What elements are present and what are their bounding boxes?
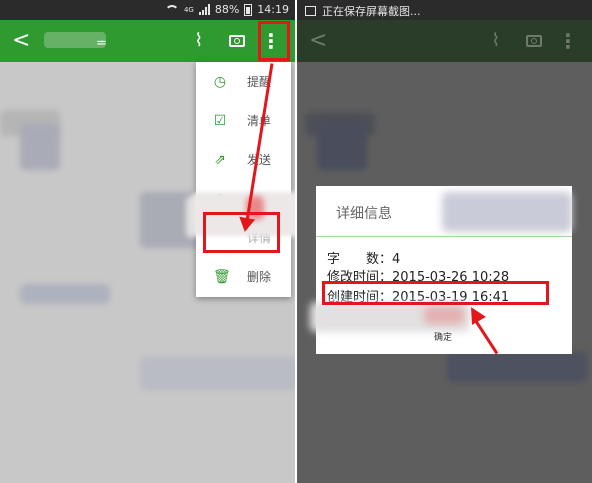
dialog-divider bbox=[316, 236, 572, 237]
menu-item-label: 清单 bbox=[247, 114, 272, 128]
blur-overlay bbox=[442, 192, 572, 232]
blurred-text bbox=[20, 284, 110, 304]
paperclip-icon: ⌇ bbox=[491, 30, 500, 51]
note-title-partial: = bbox=[96, 36, 107, 51]
menu-item-checklist[interactable]: ☑ 清单 bbox=[196, 101, 291, 140]
trash-icon: 🗑 bbox=[213, 268, 231, 285]
camera-icon bbox=[526, 30, 542, 47]
status-bar: 4G 88% 14:19 bbox=[0, 0, 295, 20]
camera-icon[interactable] bbox=[229, 30, 245, 47]
back-arrow-icon[interactable]: < bbox=[12, 30, 30, 52]
row-value: 4 bbox=[392, 252, 401, 267]
network-label: 4G bbox=[183, 5, 194, 14]
menu-item-send[interactable]: ⇗ 发送 bbox=[196, 140, 291, 179]
menu-item-label: 删除 bbox=[247, 270, 272, 284]
app-toolbar-dimmed: < ⌇ ⋮ bbox=[297, 20, 592, 62]
blurred-text bbox=[140, 357, 295, 391]
left-screenshot: 4G 88% 14:19 < = ⌇ ⋮ ◷ 提醒 ☑ 清单 ⇗ 发送 详情 🗑… bbox=[0, 0, 295, 483]
overflow-menu: ◷ 提醒 ☑ 清单 ⇗ 发送 ○ 详情 🗑 删除 bbox=[196, 62, 291, 297]
row-label: 字 数： bbox=[327, 252, 393, 267]
right-screenshot: 正在保存屏幕截图... < ⌇ ⋮ 详细信息 字 数：4 修改时间：2015-0… bbox=[297, 0, 592, 483]
back-arrow-icon: < bbox=[309, 28, 328, 53]
menu-item-delete[interactable]: 🗑 删除 bbox=[196, 257, 291, 296]
screenshot-icon bbox=[305, 6, 316, 16]
share-icon: ⇗ bbox=[214, 151, 226, 168]
blurred-text bbox=[447, 352, 587, 382]
blurred-text bbox=[317, 122, 367, 170]
word-count-row: 字 数：4 bbox=[327, 248, 400, 267]
details-dialog: 详细信息 字 数：4 修改时间：2015-03-26 10:28 创建时间：20… bbox=[310, 186, 572, 354]
highlight-box-created-time bbox=[322, 281, 549, 305]
battery-icon bbox=[244, 3, 253, 16]
battery-percent: 88% bbox=[214, 3, 240, 16]
alarm-icon: ◷ bbox=[213, 73, 227, 90]
dialog-title: 详细信息 bbox=[336, 206, 392, 222]
screenshot-notification: 正在保存屏幕截图... bbox=[322, 5, 421, 18]
checklist-icon: ☑ bbox=[213, 112, 227, 129]
status-bar: 正在保存屏幕截图... bbox=[297, 0, 592, 20]
more-vertical-icon: ⋮ bbox=[558, 29, 578, 53]
app-toolbar: < = ⌇ ⋮ bbox=[0, 20, 295, 62]
annotation-arrowhead bbox=[236, 216, 256, 234]
menu-item-reminder[interactable]: ◷ 提醒 bbox=[196, 62, 291, 101]
signal-icon bbox=[198, 4, 210, 15]
wifi-icon bbox=[164, 4, 179, 15]
paperclip-icon[interactable]: ⌇ bbox=[194, 30, 203, 52]
blurred-text bbox=[20, 124, 60, 170]
blur-overlay bbox=[424, 306, 464, 324]
highlight-box-more bbox=[258, 21, 290, 61]
dialog-ok-button[interactable]: 确定 bbox=[434, 330, 452, 343]
clock: 14:19 bbox=[257, 3, 289, 16]
